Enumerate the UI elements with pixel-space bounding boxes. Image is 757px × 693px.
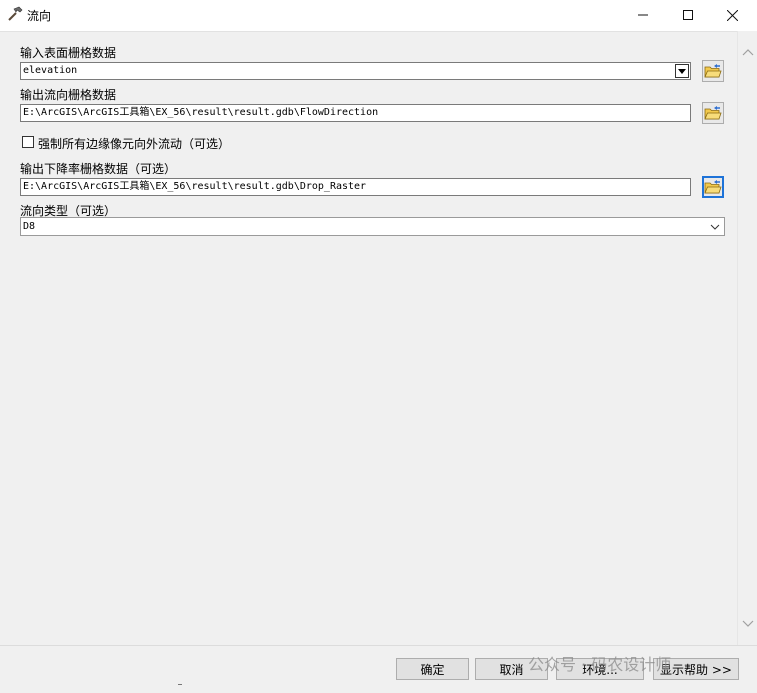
minimize-icon <box>637 14 648 16</box>
force-edge-checkbox[interactable] <box>22 136 34 148</box>
output-drop-label: 输出下降率栅格数据（可选） <box>20 162 177 176</box>
close-button[interactable] <box>710 0 755 30</box>
scroll-down-icon[interactable] <box>741 617 755 631</box>
output-flow-value: E:\ArcGIS\ArcGIS工具箱\EX_56\result\result.… <box>23 107 379 118</box>
flow-type-select[interactable]: D8 <box>20 217 725 236</box>
combo-dropdown-button[interactable] <box>675 64 689 78</box>
browse-output-flow-button[interactable] <box>702 102 724 124</box>
hammer-icon <box>7 6 23 22</box>
open-folder-icon <box>704 180 722 194</box>
close-icon <box>727 9 738 21</box>
input-surface-value: elevation <box>23 65 78 76</box>
window-title: 流向 <box>27 9 52 23</box>
browse-input-button[interactable] <box>702 60 724 82</box>
output-drop-value: E:\ArcGIS\ArcGIS工具箱\EX_56\result\result.… <box>23 181 367 192</box>
browse-output-drop-button[interactable] <box>702 176 724 198</box>
output-drop-input[interactable]: E:\ArcGIS\ArcGIS工具箱\EX_56\result\result.… <box>20 178 691 196</box>
input-surface-combo[interactable]: elevation <box>20 62 691 80</box>
force-edge-label: 强制所有边缘像元向外流动（可选） <box>38 137 231 151</box>
title-bar: 流向 <box>0 0 757 30</box>
maximize-icon <box>682 10 693 20</box>
maximize-button[interactable] <box>665 0 710 30</box>
open-folder-icon <box>704 106 722 120</box>
watermark: 公众号 · 码农设计师 <box>528 655 672 674</box>
output-flow-label: 输出流向栅格数据 <box>20 88 117 102</box>
chevron-down-icon <box>710 218 720 241</box>
resize-grip <box>178 684 182 688</box>
ok-button[interactable]: 确定 <box>396 658 469 680</box>
output-flow-input[interactable]: E:\ArcGIS\ArcGIS工具箱\EX_56\result\result.… <box>20 104 691 122</box>
dropdown-arrow-icon <box>678 68 686 74</box>
open-folder-icon <box>704 64 722 78</box>
vertical-scrollbar[interactable] <box>737 31 757 645</box>
input-surface-label: 输入表面栅格数据 <box>20 46 117 60</box>
flow-type-value: D8 <box>23 221 36 232</box>
form-panel <box>0 31 737 646</box>
minimize-button[interactable] <box>620 0 665 30</box>
scroll-up-icon[interactable] <box>741 45 755 59</box>
